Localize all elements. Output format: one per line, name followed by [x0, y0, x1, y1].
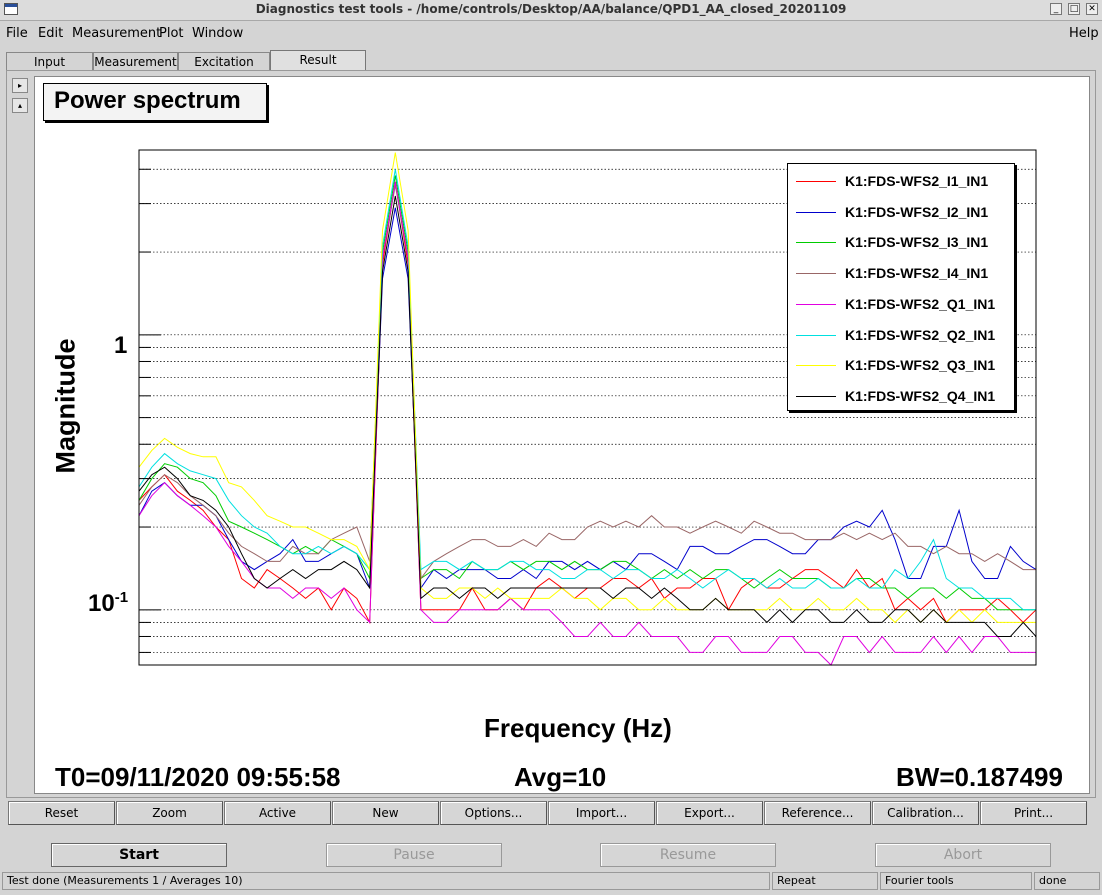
toolbar-button-reference[interactable]: Reference...	[764, 801, 871, 825]
legend-entry: K1:FDS-WFS2_Q3_IN1	[794, 354, 1010, 378]
toolbar-button-import[interactable]: Import...	[548, 801, 655, 825]
x-axis-label: Frequency (Hz)	[484, 713, 672, 743]
y-tick-exponent: -1	[114, 589, 129, 606]
status-mode: Repeat	[772, 872, 878, 890]
legend-entry: K1:FDS-WFS2_I2_IN1	[794, 201, 1010, 225]
y-tick-label-1: 1	[114, 332, 128, 359]
legend-swatch	[796, 181, 836, 182]
legend-label: K1:FDS-WFS2_Q2_IN1	[845, 326, 996, 343]
toolbar-button-active[interactable]: Active	[224, 801, 331, 825]
legend-entry: K1:FDS-WFS2_I3_IN1	[794, 231, 1010, 255]
chart-legend: K1:FDS-WFS2_I1_IN1 K1:FDS-WFS2_I2_IN1 K1:F…	[787, 163, 1015, 411]
legend-swatch	[796, 303, 836, 305]
legend-swatch	[796, 211, 836, 213]
abort-button[interactable]: Abort	[875, 843, 1051, 867]
legend-swatch	[796, 365, 836, 367]
legend-entry: K1:FDS-WFS2_Q2_IN1	[794, 324, 1010, 348]
legend-label: K1:FDS-WFS2_I1_IN1	[845, 173, 989, 189]
y-axis-label: Magnitude	[50, 338, 81, 474]
legend-entry: K1:FDS-WFS2_I1_IN1	[794, 170, 1010, 194]
toolbar-button-zoom[interactable]: Zoom	[116, 801, 223, 825]
legend-label: K1:FDS-WFS2_I2_IN1	[845, 203, 989, 220]
toolbar-button-export[interactable]: Export...	[656, 801, 763, 825]
info-avg: Avg=10	[514, 762, 607, 792]
info-bw: BW=0.187499	[896, 762, 1063, 792]
y-tick-base: 10	[88, 590, 115, 617]
legend-label: K1:FDS-WFS2_Q3_IN1	[845, 357, 996, 374]
legend-swatch	[796, 334, 836, 336]
legend-entry: K1:FDS-WFS2_Q4_IN1	[794, 385, 1010, 409]
power-spectrum-chart[interactable]	[0, 0, 1102, 895]
status-tool: Fourier tools	[880, 872, 1032, 890]
y-tick-label-0.1: 10-1	[88, 589, 128, 618]
toolbar-button-print[interactable]: Print...	[980, 801, 1087, 825]
start-button[interactable]: Start	[51, 843, 227, 867]
legend-label: K1:FDS-WFS2_I4_IN1	[845, 265, 989, 282]
status-message: Test done (Measurements 1 / Averages 10)	[2, 872, 770, 890]
info-t0: T0=09/11/2020 09:55:58	[55, 762, 341, 792]
toolbar-button-reset[interactable]: Reset	[8, 801, 115, 825]
toolbar-button-calibration[interactable]: Calibration...	[872, 801, 979, 825]
legend-label: K1:FDS-WFS2_Q1_IN1	[845, 295, 996, 312]
legend-swatch	[796, 273, 836, 275]
status-state: done	[1034, 872, 1100, 890]
y-ticks	[139, 168, 161, 653]
legend-label: K1:FDS-WFS2_Q4_IN1	[845, 387, 996, 404]
legend-entry: K1:FDS-WFS2_I4_IN1	[794, 262, 1010, 286]
toolbar-button-options[interactable]: Options...	[440, 801, 547, 825]
legend-swatch	[796, 242, 836, 244]
pause-button[interactable]: Pause	[326, 843, 502, 867]
legend-label: K1:FDS-WFS2_I3_IN1	[845, 234, 989, 251]
legend-entry: K1:FDS-WFS2_Q1_IN1	[794, 293, 1010, 317]
toolbar-button-new[interactable]: New	[332, 801, 439, 825]
legend-swatch	[796, 395, 836, 397]
resume-button[interactable]: Resume	[600, 843, 776, 867]
